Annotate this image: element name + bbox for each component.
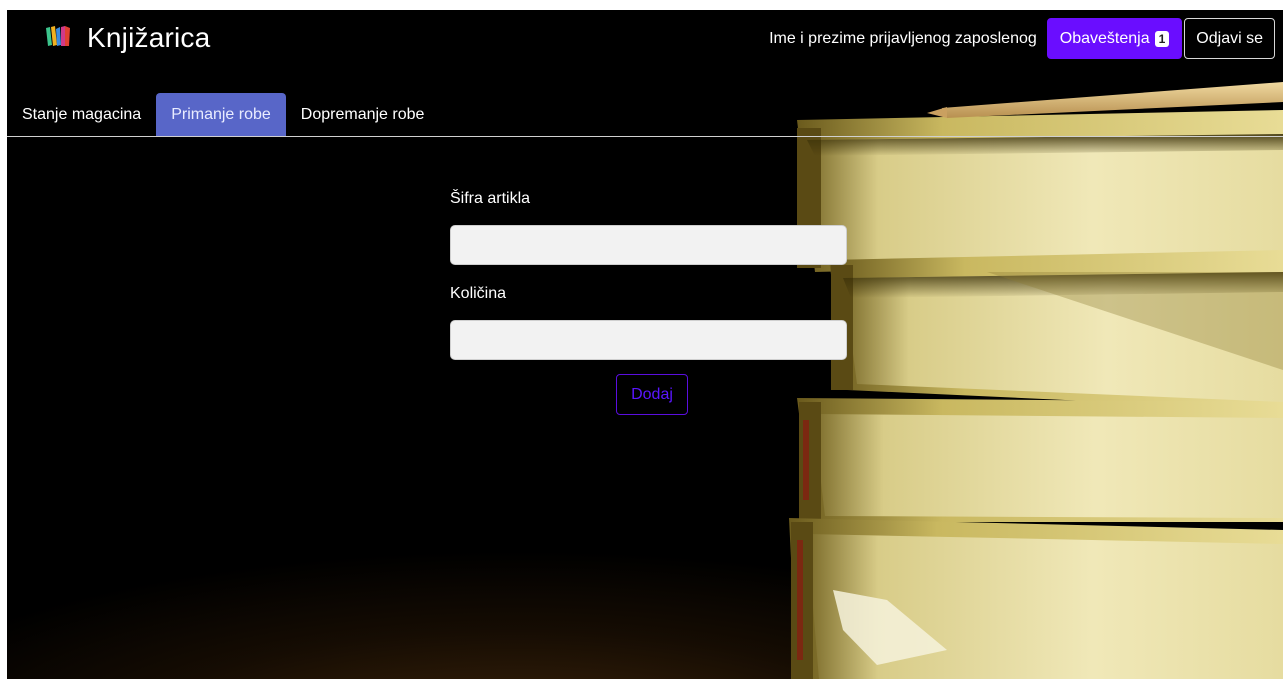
notifications-label: Obaveštenja — [1059, 29, 1150, 47]
goods-receipt-form: Šifra artikla Količina Dodaj — [450, 190, 847, 415]
tab-goods-delivery[interactable]: Dopremanje robe — [286, 93, 440, 136]
header-actions: Ime i prezime prijavljenog zaposlenog Ob… — [769, 18, 1275, 59]
add-button[interactable]: Dodaj — [616, 374, 688, 415]
article-code-label: Šifra artikla — [450, 190, 531, 207]
main-tabs: Stanje magacina Primanje robe Dopremanje… — [7, 93, 1283, 137]
app-window: Knjižarica Ime i prezime prijavljenog za… — [7, 10, 1283, 679]
logged-in-user-name: Ime i prezime prijavljenog zaposlenog — [769, 29, 1037, 47]
notifications-button[interactable]: Obaveštenja 1 — [1046, 18, 1183, 59]
brand[interactable]: Knjižarica — [45, 18, 210, 58]
article-code-input[interactable] — [450, 225, 847, 265]
tab-warehouse-stock[interactable]: Stanje magacina — [7, 93, 156, 136]
top-navbar: Knjižarica Ime i prezime prijavljenog za… — [7, 10, 1283, 70]
logout-button[interactable]: Odjavi se — [1184, 18, 1275, 59]
notifications-count-badge: 1 — [1154, 30, 1170, 47]
app-title: Knjižarica — [87, 22, 211, 53]
tab-goods-receipt[interactable]: Primanje robe — [156, 93, 286, 136]
quantity-label: Količina — [450, 285, 507, 302]
books-logo-icon — [45, 25, 71, 52]
quantity-input[interactable] — [450, 320, 847, 360]
